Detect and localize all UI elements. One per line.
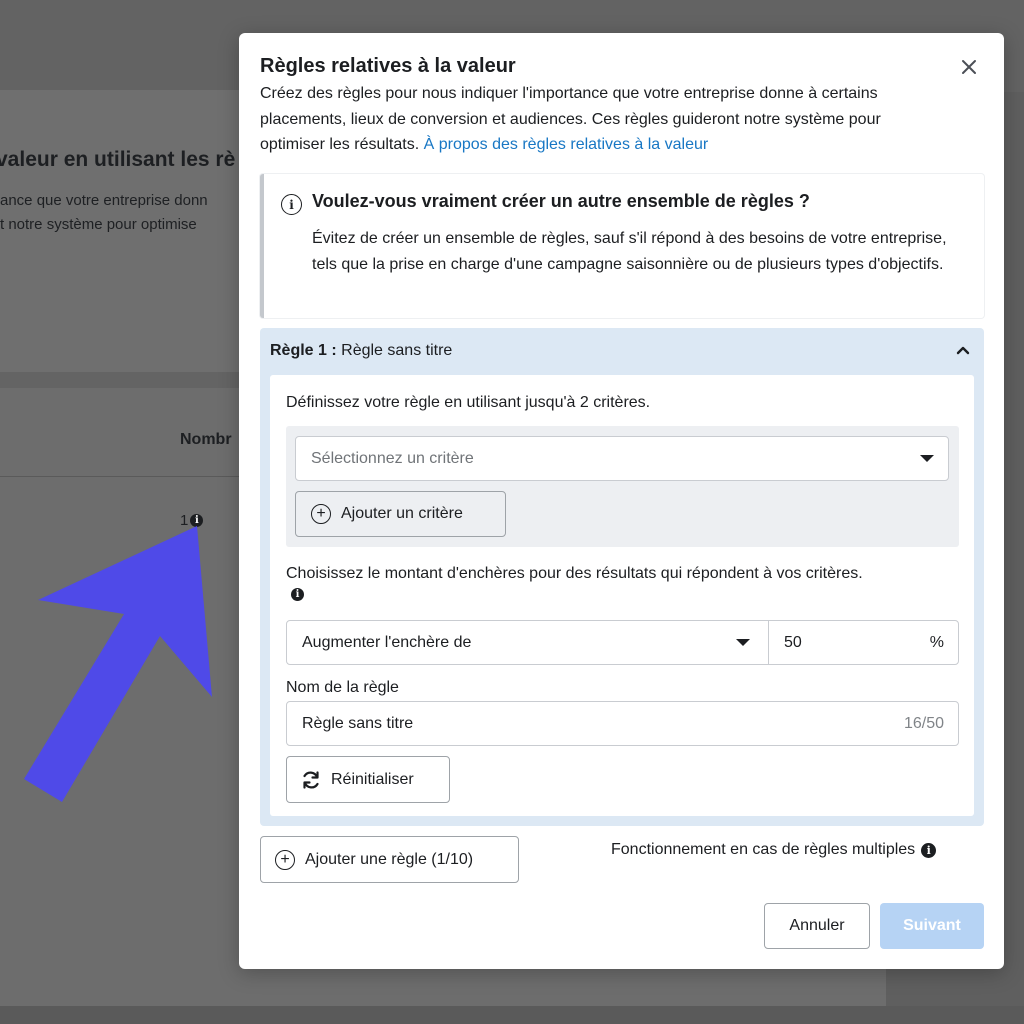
bid-action-value: Augmenter l'enchère de <box>302 633 472 651</box>
info-icon[interactable]: i <box>921 842 937 858</box>
close-icon-glyph <box>962 60 976 74</box>
multiple-rules-help[interactable]: Fonctionnement en cas de règles multiple… <box>611 841 937 859</box>
refresh-icon <box>303 770 319 789</box>
criteria-select-placeholder: Sélectionnez un critère <box>311 449 474 467</box>
warning-banner: i Voulez-vous vraiment créer un autre en… <box>260 174 984 318</box>
caret-down-icon <box>920 455 934 462</box>
background-column-header: Nombr <box>180 431 232 448</box>
background-description-line: t notre système pour optimise <box>0 216 197 233</box>
rule-panel: Règle 1 : Règle sans titre Définissez vo… <box>260 328 984 826</box>
cancel-button[interactable]: Annuler <box>764 903 870 949</box>
plus-circle-icon: + <box>275 849 295 870</box>
rule-header-name: Règle sans titre <box>341 342 453 359</box>
reset-label: Réinitialiser <box>331 770 414 788</box>
background-description: ance que votre entreprise donn t notre s… <box>0 189 208 237</box>
info-icon: i <box>281 194 302 215</box>
rule-name-input[interactable]: Règle sans titre 16/50 <box>286 701 959 746</box>
dialog-title: Règles relatives à la valeur <box>260 55 516 77</box>
bid-percentage-value: 50 <box>784 633 802 651</box>
rule-body: Définissez votre règle en utilisant jusq… <box>270 375 974 816</box>
about-value-rules-link[interactable]: À propos des règles relatives à la valeu… <box>424 136 709 153</box>
warning-text: Évitez de créer un ensemble de règles, s… <box>312 230 947 273</box>
multiple-rules-label: Fonctionnement en cas de règles multiple… <box>611 841 916 858</box>
background-row-count: 1 i <box>180 512 204 529</box>
background-description-line: ance que votre entreprise donn <box>0 192 208 209</box>
info-icon[interactable]: i <box>291 588 304 601</box>
rule-name-label: Nom de la règle <box>286 679 399 696</box>
add-rule-button[interactable]: + Ajouter une règle (1/10) <box>260 836 519 883</box>
rule-header[interactable]: Règle 1 : Règle sans titre <box>270 342 452 360</box>
add-criteria-button[interactable]: + Ajouter un critère <box>295 491 506 537</box>
criteria-box: Sélectionnez un critère + Ajouter un cri… <box>286 426 959 547</box>
warning-title: Voulez-vous vraiment créer un autre ense… <box>312 191 810 211</box>
bid-percentage-unit: % <box>929 633 944 651</box>
info-icon: i <box>190 514 204 527</box>
chevron-up-glyph <box>956 346 970 355</box>
background-title: valeur en utilisant les rè <box>0 148 236 171</box>
value-rules-dialog: Règles relatives à la valeur Créez des r… <box>239 33 1004 969</box>
next-button[interactable]: Suivant <box>880 903 984 949</box>
criteria-select[interactable]: Sélectionnez un critère <box>295 436 949 481</box>
bid-percentage-input[interactable]: 50 % <box>768 620 959 665</box>
rule-name-value: Règle sans titre <box>302 714 414 732</box>
add-criteria-label: Ajouter un critère <box>341 505 463 522</box>
bid-action-select[interactable]: Augmenter l'enchère de <box>286 620 769 665</box>
rule-number: Règle 1 : <box>270 342 337 359</box>
reset-button[interactable]: Réinitialiser <box>286 756 450 803</box>
background-count-value: 1 <box>180 512 189 529</box>
add-rule-label: Ajouter une règle (1/10) <box>305 850 474 868</box>
background-bottom <box>0 1006 1024 1024</box>
caret-down-icon <box>736 639 750 646</box>
criteria-label: Définissez votre règle en utilisant jusq… <box>286 394 651 411</box>
dialog-description: Créez des règles pour nous indiquer l'im… <box>260 81 950 158</box>
plus-circle-icon: + <box>311 504 331 524</box>
bid-label: Choisissez le montant d'enchères pour de… <box>286 565 863 582</box>
chevron-up-icon[interactable] <box>953 340 973 360</box>
rule-name-counter: 16/50 <box>903 714 944 732</box>
close-icon[interactable] <box>955 53 983 81</box>
